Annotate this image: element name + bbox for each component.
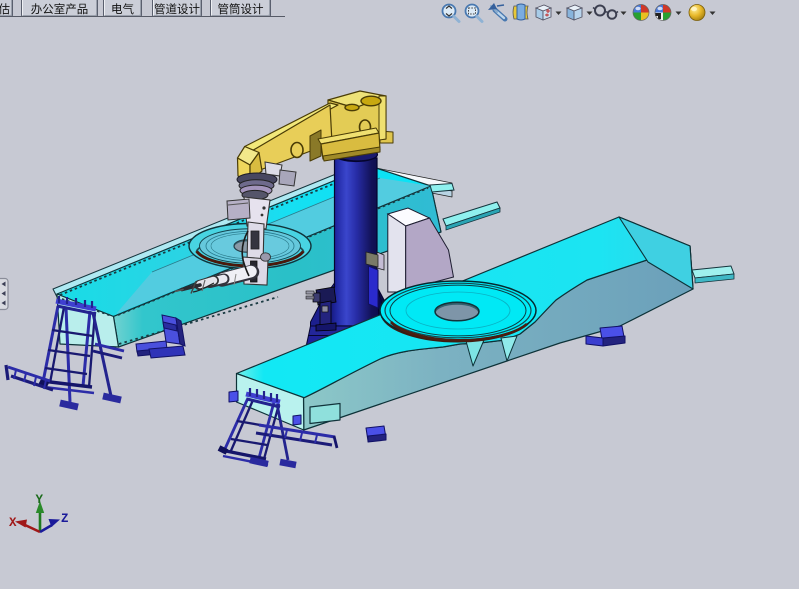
- svg-text:Z: Z: [61, 512, 69, 526]
- svg-text:Y: Y: [36, 493, 44, 507]
- svg-text:X: X: [9, 516, 17, 530]
